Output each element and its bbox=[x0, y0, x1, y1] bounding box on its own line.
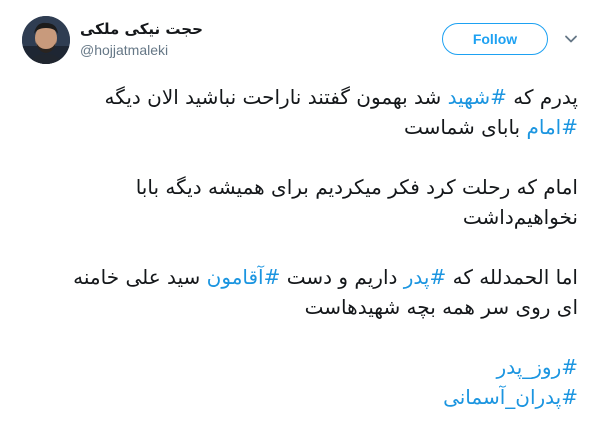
user-avatar-icon bbox=[22, 16, 70, 64]
tweet-paragraph-1: پدرم که #شهید شد بهمون گفتند ناراحت نباش… bbox=[22, 82, 578, 142]
follow-button[interactable]: Follow bbox=[442, 23, 548, 55]
hashtag-link[interactable]: #آقامون bbox=[207, 265, 281, 289]
tweet-line: نخواهیم‌داشت bbox=[462, 205, 578, 229]
tweet-text: پدرم که #شهید شد بهمون گفتند ناراحت نباش… bbox=[22, 82, 578, 412]
hashtag-link[interactable]: #پدران_آسمانی bbox=[443, 385, 578, 409]
display-name[interactable]: حجت نیکی ملکی bbox=[80, 20, 203, 38]
user-info: حجت نیکی ملکی @hojjatmaleki bbox=[80, 20, 203, 58]
tweet-paragraph-3: اما الحمدلله که #پدر داریم و دست #آقامون… bbox=[22, 262, 578, 322]
tweet-text-segment: سید علی خامنه bbox=[73, 265, 207, 289]
tweet-text-segment: شد بهمون گفتند ناراحت نباشید الان دیگه bbox=[104, 85, 448, 109]
tweet-line: ای روی سر همه بچه شهیدهاست bbox=[304, 295, 578, 319]
tweet-line: #امام بابای شماست bbox=[22, 112, 578, 142]
tweet-header: حجت نیکی ملکی @hojjatmaleki Follow bbox=[0, 0, 598, 70]
tweet-text-segment: بابای شماست bbox=[403, 115, 527, 139]
chevron-down-icon[interactable] bbox=[564, 32, 578, 46]
tweet-line: اما الحمدلله که #پدر داریم و دست #آقامون… bbox=[22, 262, 578, 292]
hashtag-link[interactable]: #امام bbox=[526, 115, 578, 139]
hashtag-link[interactable]: #شهید bbox=[448, 85, 507, 109]
tweet-paragraph-2: امام که رحلت کرد فکر میکردیم برای همیشه … bbox=[22, 172, 578, 232]
tweet-paragraph-4: #روز_پدر #پدران_آسمانی bbox=[22, 352, 578, 412]
tweet-text-segment: داریم و دست bbox=[280, 265, 404, 289]
hashtag-link[interactable]: #پدر bbox=[404, 265, 446, 289]
avatar[interactable] bbox=[22, 16, 70, 64]
hashtag-link[interactable]: #روز_پدر bbox=[497, 355, 578, 379]
tweet-text-segment: اما الحمدلله که bbox=[446, 265, 578, 289]
tweet-line: #پدران_آسمانی bbox=[22, 382, 578, 412]
tweet-card: حجت نیکی ملکی @hojjatmaleki Follow پدرم … bbox=[0, 0, 598, 438]
tweet-line: #روز_پدر bbox=[22, 352, 578, 382]
tweet-text-segment: پدرم که bbox=[506, 85, 578, 109]
user-handle[interactable]: @hojjatmaleki bbox=[80, 42, 203, 58]
tweet-line: امام که رحلت کرد فکر میکردیم برای همیشه … bbox=[135, 175, 578, 199]
tweet-line: پدرم که #شهید شد بهمون گفتند ناراحت نباش… bbox=[22, 82, 578, 112]
